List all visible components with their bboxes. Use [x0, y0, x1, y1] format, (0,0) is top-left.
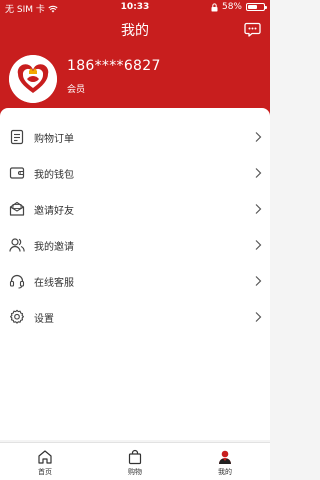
member-level: 会员 [67, 85, 86, 95]
users-icon [9, 238, 25, 252]
profile-icon [219, 450, 231, 464]
order-list-icon [10, 129, 24, 145]
menu-item-customer-service[interactable]: 在线客服 [0, 263, 270, 299]
avatar[interactable] [9, 55, 57, 103]
tab-mine[interactable]: 我的 [180, 443, 270, 480]
bottom-tab-bar: 首页 购物 我的 [0, 442, 270, 480]
tab-home[interactable]: 首页 [0, 443, 90, 480]
menu-item-label: 在线客服 [34, 277, 74, 289]
chevron-right-icon [255, 168, 262, 178]
chevron-right-icon [255, 276, 262, 286]
tab-label: 我的 [218, 468, 232, 476]
menu-item-invite-friends[interactable]: 邀请好友 [0, 191, 270, 227]
menu-item-settings[interactable]: 设置 [0, 299, 270, 335]
message-dots-icon[interactable] [244, 21, 261, 38]
battery-icon [246, 3, 267, 11]
shopping-bag-icon [128, 449, 142, 465]
mail-invite-icon [9, 201, 25, 216]
chevron-right-icon [255, 132, 262, 142]
menu-list: 购物订单 我的钱包 邀请好友 我的邀请 在线客服 设置 [0, 119, 270, 335]
heart-logo-avatar [9, 55, 57, 103]
menu-item-my-invites[interactable]: 我的邀请 [0, 227, 270, 263]
gear-icon [10, 309, 24, 324]
chevron-right-icon [255, 312, 262, 322]
battery-fill [248, 5, 257, 9]
home-icon [38, 450, 52, 464]
status-bar: 无 SIM 卡 10:33 58% [0, 0, 270, 16]
page-title: 我的 [121, 23, 149, 39]
menu-item-wallet[interactable]: 我的钱包 [0, 155, 270, 191]
menu-item-label: 我的邀请 [34, 241, 74, 253]
tab-shopping[interactable]: 购物 [90, 443, 180, 480]
profile-header: 无 SIM 卡 10:33 58% 我的 186****6827 会员 [0, 0, 270, 122]
menu-item-label: 邀请好友 [34, 205, 74, 217]
chevron-right-icon [255, 240, 262, 250]
chevron-right-icon [255, 204, 262, 214]
battery-percent: 58% [221, 2, 242, 12]
menu-item-label: 设置 [34, 313, 54, 325]
menu-item-label: 购物订单 [34, 133, 74, 145]
orientation-lock-icon [211, 2, 218, 11]
tab-label: 购物 [128, 468, 142, 476]
headset-icon [9, 274, 25, 289]
menu-item-orders[interactable]: 购物订单 [0, 119, 270, 155]
tab-label: 首页 [38, 468, 52, 476]
menu-item-label: 我的钱包 [34, 169, 74, 181]
menu-card: 购物订单 我的钱包 邀请好友 我的邀请 在线客服 设置 [0, 108, 270, 440]
wallet-icon [9, 167, 25, 179]
user-phone: 186****6827 [67, 58, 161, 74]
